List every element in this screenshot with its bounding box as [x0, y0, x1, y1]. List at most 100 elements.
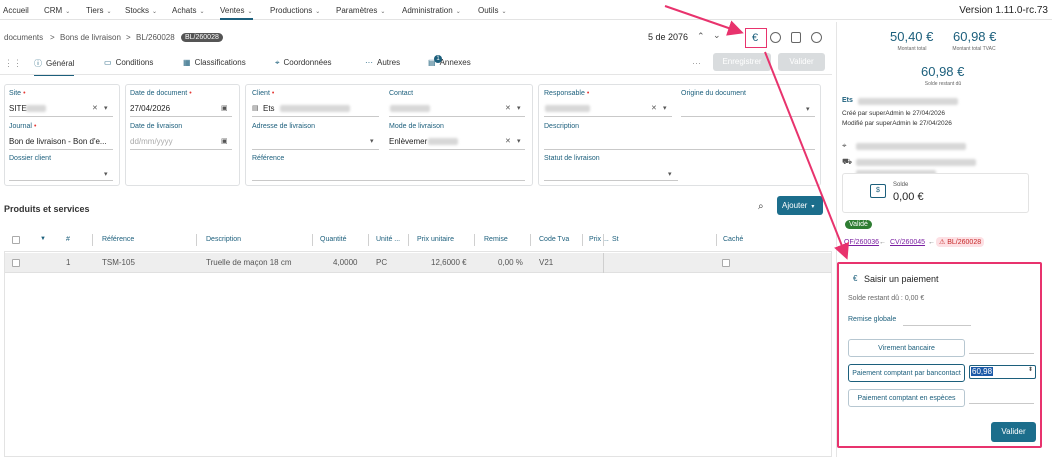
save-button[interactable]: Enregistrer — [713, 53, 771, 71]
row-reference[interactable]: TSM-105 — [102, 258, 135, 267]
tab-coordonnees[interactable]: ⌖ Coordonnées — [275, 58, 332, 68]
tab-autres[interactable]: ··· Autres — [365, 58, 400, 67]
column-header-number[interactable]: # — [66, 236, 70, 243]
tab-conditions[interactable]: ▭ Conditions — [104, 58, 153, 67]
chevron-down-icon: ⌄ — [380, 9, 386, 15]
linked-doc-cv[interactable]: CV/260045 — [890, 239, 925, 246]
remise-globale-field[interactable] — [903, 325, 971, 326]
origine-document-field[interactable] — [681, 116, 815, 117]
compass-icon[interactable] — [770, 32, 781, 43]
column-header-prix[interactable]: Prix ... — [589, 236, 609, 243]
chevron-down-icon[interactable]: ⌄ — [713, 30, 721, 41]
row-quantite[interactable]: 4,0000 — [333, 258, 357, 267]
payment-button[interactable]: € — [745, 28, 767, 48]
nav-item-outils[interactable]: Outils ⌄ — [478, 6, 506, 15]
info-icon[interactable] — [791, 32, 801, 43]
chevron-down-icon[interactable]: ▾ — [806, 105, 810, 113]
breadcrumb-documents[interactable]: documents — [4, 33, 43, 42]
row-checkbox[interactable] — [12, 259, 20, 267]
reference-field[interactable] — [252, 180, 525, 181]
chevron-up-icon[interactable]: ⌃ — [697, 31, 705, 42]
client-field[interactable]: Ets — [263, 104, 275, 113]
validate-button[interactable]: Valider — [778, 53, 825, 71]
nav-item-parametres[interactable]: Paramètres ⌄ — [336, 6, 385, 15]
tab-classifications[interactable]: ▦ Classifications — [183, 58, 246, 67]
dossier-client-label: Dossier client — [9, 155, 52, 162]
amount-field-especes[interactable] — [969, 403, 1034, 404]
nav-item-stocks[interactable]: Stocks ⌄ — [125, 6, 157, 15]
payment-method-bancontact[interactable]: Paiement comptant par bancontact — [848, 364, 965, 382]
adresse-livraison-field[interactable] — [252, 149, 379, 150]
payment-method-virement[interactable]: Virement bancaire — [848, 339, 965, 357]
column-header-reference[interactable]: Référence — [102, 236, 134, 243]
nav-item-administration[interactable]: Administration ⌄ — [402, 6, 461, 15]
column-header-description[interactable]: Description — [206, 236, 241, 243]
clear-icon[interactable]: ✕ — [505, 137, 511, 145]
column-header-remise[interactable]: Remise — [484, 236, 508, 243]
chevron-down-icon[interactable]: ▾ — [517, 137, 521, 145]
breadcrumb-bons-de-livraison[interactable]: Bons de livraison — [60, 33, 121, 42]
clear-icon[interactable]: ✕ — [92, 104, 98, 112]
company-name[interactable]: Ets — [842, 97, 853, 104]
chevron-down-icon[interactable]: ▾ — [668, 170, 672, 178]
redacted-text — [856, 143, 966, 150]
site-label: Site • — [9, 90, 26, 97]
search-icon[interactable]: ⌕ — [758, 201, 764, 212]
nav-item-tiers[interactable]: Tiers ⌄ — [86, 6, 112, 15]
description-field[interactable] — [544, 149, 815, 150]
nav-item-achats[interactable]: Achats ⌄ — [172, 6, 205, 15]
chevron-down-icon[interactable]: ▾ — [370, 137, 374, 145]
chevron-down-icon[interactable]: ▾ — [104, 170, 108, 178]
row-description[interactable]: Truelle de maçon 18 cm — [206, 258, 292, 267]
list-icon: ▭ — [104, 58, 112, 67]
row-unite[interactable]: PC — [376, 258, 387, 267]
filter-icon[interactable]: ▼ — [40, 236, 46, 242]
warning-icon: ⚠ — [939, 239, 946, 246]
responsable-field[interactable] — [544, 116, 672, 117]
grid-handle-icon[interactable]: ⋮⋮ — [4, 58, 22, 69]
row-remise[interactable]: 0,00 % — [498, 258, 523, 267]
clock-icon[interactable] — [811, 32, 822, 43]
amount-value[interactable]: 60,98 — [971, 367, 994, 376]
column-header-st[interactable]: St — [612, 236, 619, 243]
more-actions-button[interactable]: ··· — [692, 58, 701, 68]
column-header-quantite[interactable]: Quantité — [320, 236, 346, 243]
amount-field-bancontact[interactable]: 60,98 ⬍ — [969, 365, 1036, 379]
redacted-text — [545, 105, 590, 112]
dossier-client-field[interactable] — [9, 180, 113, 181]
nav-item-productions[interactable]: Productions ⌄ — [270, 6, 320, 15]
column-header-cache[interactable]: Caché — [723, 236, 743, 243]
submit-payment-button[interactable]: Valider — [991, 422, 1036, 442]
chevron-down-icon[interactable]: ▾ — [663, 104, 667, 112]
back-euro-icon[interactable]: € — [853, 274, 857, 283]
row-cache-checkbox[interactable] — [722, 259, 730, 267]
journal-field[interactable]: Bon de livraison - Bon d'e... — [9, 137, 107, 146]
clear-icon[interactable]: ✕ — [505, 104, 511, 112]
nav-item-accueil[interactable]: Accueil — [3, 6, 29, 15]
amount-field-virement[interactable] — [969, 353, 1034, 354]
date-document-field[interactable]: 27/04/2026 — [130, 104, 170, 113]
nav-item-crm[interactable]: CRM ⌄ — [44, 6, 70, 15]
row-prix-unitaire[interactable]: 12,6000 € — [431, 258, 467, 267]
column-header-unite[interactable]: Unité ... — [376, 236, 400, 243]
column-header-code-tva[interactable]: Code Tva — [539, 236, 569, 243]
add-product-button[interactable]: Ajouter ▾ — [777, 196, 823, 215]
calendar-icon[interactable]: ▣ — [221, 104, 228, 112]
statut-livraison-field[interactable] — [544, 180, 678, 181]
clear-icon[interactable]: ✕ — [651, 104, 657, 112]
payment-method-especes[interactable]: Paiement comptant en espèces — [848, 389, 965, 407]
chevron-down-icon[interactable]: ▾ — [104, 104, 108, 112]
select-all-checkbox[interactable] — [12, 236, 20, 244]
date-livraison-field[interactable]: dd/mm/yyyy — [130, 137, 173, 146]
column-header-prix-unitaire[interactable]: Prix unitaire — [417, 236, 454, 243]
contact-field[interactable] — [389, 116, 525, 117]
site-field[interactable]: SITE — [9, 104, 27, 113]
stepper-icon[interactable]: ⬍ — [1028, 366, 1033, 373]
modified-info: Modifié par superAdmin le 27/04/2026 — [842, 120, 952, 127]
calendar-icon[interactable]: ▣ — [221, 137, 228, 145]
row-code-tva[interactable]: V21 — [539, 258, 553, 267]
linked-doc-of[interactable]: OF/260036 — [844, 239, 879, 246]
mode-livraison-field[interactable]: Enlèvemer — [389, 137, 427, 146]
chevron-down-icon[interactable]: ▾ — [517, 104, 521, 112]
nav-item-ventes[interactable]: Ventes ⌄ — [220, 6, 253, 20]
